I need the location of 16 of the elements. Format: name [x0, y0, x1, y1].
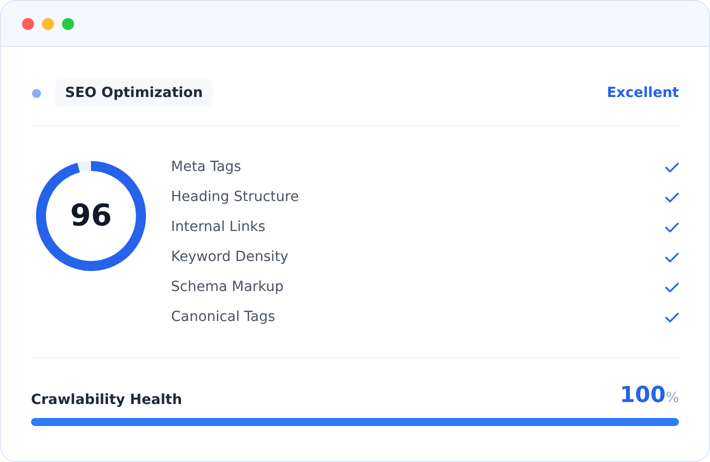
check-label: Schema Markup — [171, 279, 284, 295]
window-control-icon[interactable] — [62, 18, 74, 30]
check-label: Meta Tags — [171, 159, 242, 175]
health-unit: % — [666, 390, 679, 406]
score-value: 96 — [70, 198, 112, 234]
check-label: Heading Structure — [171, 189, 299, 205]
health-value: 100 — [620, 383, 666, 408]
status-dot-icon — [32, 88, 41, 98]
health-label: Crawlability Health — [31, 392, 182, 408]
check-label: Internal Links — [171, 219, 266, 235]
window-control-icon[interactable] — [22, 18, 34, 30]
section-title: SEO Optimization — [55, 79, 213, 107]
status-label: Excellent — [606, 85, 679, 101]
check-label: Canonical Tags — [171, 309, 276, 325]
window-control-icon[interactable] — [42, 18, 54, 30]
check-label: Keyword Density — [171, 249, 288, 265]
